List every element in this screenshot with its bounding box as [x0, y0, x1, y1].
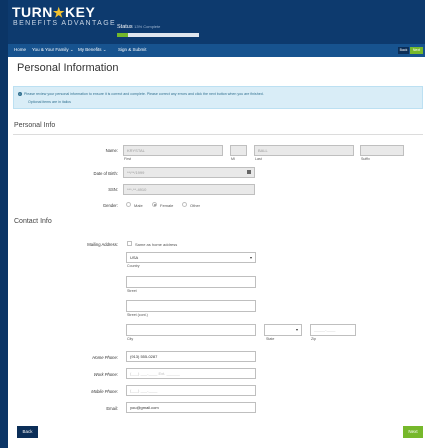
mi-caption: MI — [231, 157, 235, 161]
mobile-phone-placeholder: (___) ___-____ — [130, 388, 158, 393]
suffix-field[interactable] — [360, 145, 404, 156]
nav-you-family[interactable]: You & Your Family ⌄ — [32, 47, 74, 53]
mobile-phone-field[interactable]: (___) ___-____ — [126, 385, 256, 396]
state-caption: State — [266, 337, 275, 341]
last-name-field[interactable]: BALL — [254, 145, 354, 156]
logo-word-left: TURN — [12, 4, 53, 20]
middle-initial-field[interactable] — [230, 145, 247, 156]
gender-male-radio[interactable] — [126, 202, 131, 207]
country-value: USA — [130, 255, 139, 260]
ssn-label: SSN: — [108, 187, 118, 192]
street-cont-caption: Street (cont.) — [127, 313, 148, 317]
email-field[interactable]: you@gmail.com — [126, 402, 256, 413]
dob-field[interactable]: **/**/1999 — [123, 167, 255, 178]
ssn-field[interactable]: ***-**-4910 — [123, 184, 255, 195]
same-as-home-label: Same as home address — [135, 242, 178, 247]
nav-home[interactable]: Home — [14, 47, 26, 52]
zip-field[interactable]: _____-____ — [310, 324, 356, 336]
suffix-caption: Suffix — [361, 157, 370, 161]
gender-other-radio[interactable] — [182, 202, 187, 207]
gender-other-label: Other — [190, 203, 201, 208]
gender-male-label: Male — [134, 203, 143, 208]
brand-tagline: BENEFITS ADVANTAGE — [13, 20, 117, 27]
star-icon: ★ — [52, 5, 66, 20]
dob-label: Date of Birth: — [93, 171, 118, 176]
work-phone-field[interactable]: (___) ___-____ Ext. ______ — [126, 368, 256, 379]
nav-my-benefits[interactable]: My Benefits ⌄ — [78, 47, 107, 53]
info-alert: i Please review your personal informatio… — [13, 86, 423, 109]
city-caption: City — [127, 337, 134, 341]
mailing-address-label: Mailing Address: — [87, 242, 118, 247]
street-cont-field[interactable] — [126, 300, 256, 312]
nav-bar: Home You & Your Family ⌄ My Benefits ⌄ S… — [8, 44, 425, 57]
first-caption: First — [124, 157, 131, 161]
next-button[interactable]: Next — [403, 426, 423, 438]
back-button[interactable]: Back — [17, 426, 38, 438]
header-bar: TURN★KEY BENEFITS ADVANTAGE Status 13% C… — [8, 0, 425, 44]
city-field[interactable] — [126, 324, 256, 336]
page-title: Personal Information — [17, 62, 119, 74]
chevron-down-icon — [250, 257, 252, 259]
state-select[interactable] — [264, 324, 302, 336]
alert-message: Please review your personal information … — [24, 92, 264, 96]
status-title: Status — [117, 24, 133, 30]
zip-placeholder: _____-____ — [314, 327, 336, 332]
home-phone-field[interactable]: (913) 555-0287 — [126, 351, 256, 362]
gender-label: Gender: — [102, 203, 118, 208]
progress-fill — [117, 33, 128, 37]
first-name-field[interactable]: KRYSTAL — [123, 145, 223, 156]
street-field[interactable] — [126, 276, 256, 288]
zip-caption: Zip — [311, 337, 316, 341]
divider — [13, 134, 423, 135]
logo-word-right: KEY — [65, 4, 96, 20]
dob-value: **/**/1999 — [127, 170, 145, 175]
same-as-home-checkbox[interactable] — [127, 241, 132, 246]
country-select[interactable]: USA — [126, 252, 256, 263]
section-contact-info: Contact Info — [14, 218, 52, 225]
gender-female-radio[interactable] — [152, 202, 157, 207]
last-caption: Last — [255, 157, 262, 161]
work-phone-label: Work Phone: — [93, 372, 118, 377]
nav-sign-submit[interactable]: Sign & Submit — [118, 47, 147, 52]
status-percent: 13% Complete — [134, 24, 161, 29]
app-frame: TURN★KEY BENEFITS ADVANTAGE Status 13% C… — [8, 0, 425, 448]
work-phone-placeholder: (___) ___-____ Ext. ______ — [130, 371, 180, 376]
brand-logo[interactable]: TURN★KEY — [12, 5, 95, 20]
calendar-icon[interactable] — [247, 170, 251, 174]
status-label: Status 13% Complete — [117, 24, 160, 30]
chevron-down-icon — [296, 329, 298, 331]
street-caption: Street — [127, 289, 137, 293]
home-phone-label: Home Phone: — [92, 355, 118, 360]
alert-note: Optional items are in italics — [28, 100, 71, 104]
country-caption: Country — [127, 264, 140, 268]
email-label: Email: — [106, 406, 118, 411]
mobile-phone-label: Mobile Phone: — [91, 389, 118, 394]
nav-back-button[interactable]: Back — [398, 47, 409, 54]
nav-next-button[interactable]: Next — [410, 47, 423, 54]
name-label: Name: — [105, 148, 118, 153]
section-personal-info: Personal Info — [14, 122, 56, 129]
info-icon: i — [18, 92, 22, 96]
gender-female-label: Female — [160, 203, 174, 208]
progress-bar — [117, 33, 199, 37]
